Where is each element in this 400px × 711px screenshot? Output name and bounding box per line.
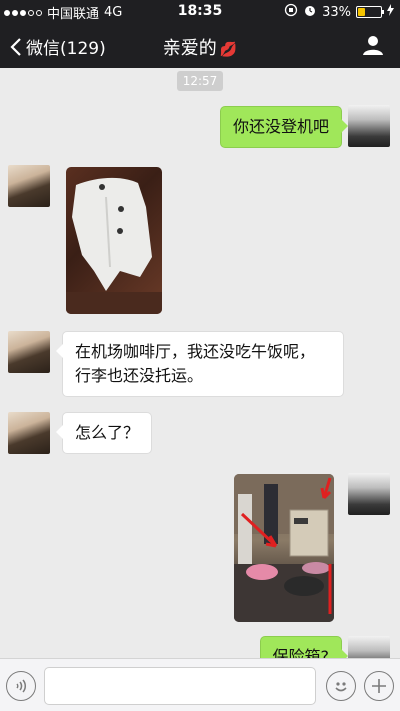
voice-icon	[16, 679, 27, 693]
plus-button[interactable]	[364, 671, 394, 701]
coat-image	[66, 177, 162, 314]
status-bar: 中国联通 4G 18:35 33%	[0, 0, 400, 22]
battery-icon	[356, 6, 384, 18]
timestamp: 12:57	[177, 71, 223, 91]
message-bubble-sent[interactable]: 保险箱?	[259, 636, 348, 658]
message-text: 保险箱?	[272, 647, 330, 658]
message-text-line: 在机场咖啡厅，我还没吃午饭呢，	[75, 342, 316, 361]
avatar-her[interactable]	[8, 331, 50, 373]
battery-percent: 33%	[322, 4, 351, 20]
message-text: 怎么了？	[75, 423, 140, 442]
chat-title: 亲爱的 💋	[0, 34, 400, 60]
message-text: 你还没登机吧	[232, 117, 329, 136]
voice-button[interactable]	[6, 671, 36, 701]
avatar-her[interactable]	[8, 165, 50, 207]
avatar-me[interactable]	[348, 636, 390, 658]
person-icon[interactable]	[362, 34, 384, 56]
message-bubble-sent[interactable]: 你还没登机吧	[219, 106, 349, 148]
input-bar	[0, 658, 400, 711]
message-input[interactable]	[44, 667, 316, 705]
room-image	[234, 474, 334, 622]
rotation-lock-icon	[284, 3, 298, 21]
lips-emoji: 💋	[219, 42, 238, 58]
charging-icon	[387, 4, 394, 20]
alarm-icon	[303, 3, 317, 21]
emoji-icon	[335, 682, 347, 692]
plus-icon	[372, 679, 386, 693]
chat-area[interactable]: 12:57 你还没登机吧 在机场咖啡厅，我还没吃午饭呢， 行李也还没托运。 怎么…	[0, 68, 400, 658]
chat-title-text: 亲爱的	[162, 38, 217, 59]
message-bubble-received[interactable]: 怎么了？	[55, 412, 153, 454]
nav-bar: 微信(129) 亲爱的 💋	[0, 22, 400, 68]
message-text-line: 行李也还没托运。	[75, 366, 204, 385]
status-right: 33%	[284, 3, 394, 21]
emoji-button[interactable]	[326, 671, 356, 701]
image-message-room[interactable]	[234, 474, 334, 622]
message-bubble-received[interactable]: 在机场咖啡厅，我还没吃午饭呢， 行李也还没托运。	[56, 331, 344, 397]
avatar-me[interactable]	[348, 105, 390, 147]
avatar-me[interactable]	[348, 473, 390, 515]
avatar-her[interactable]	[8, 412, 50, 454]
image-message-coat[interactable]	[66, 167, 162, 314]
